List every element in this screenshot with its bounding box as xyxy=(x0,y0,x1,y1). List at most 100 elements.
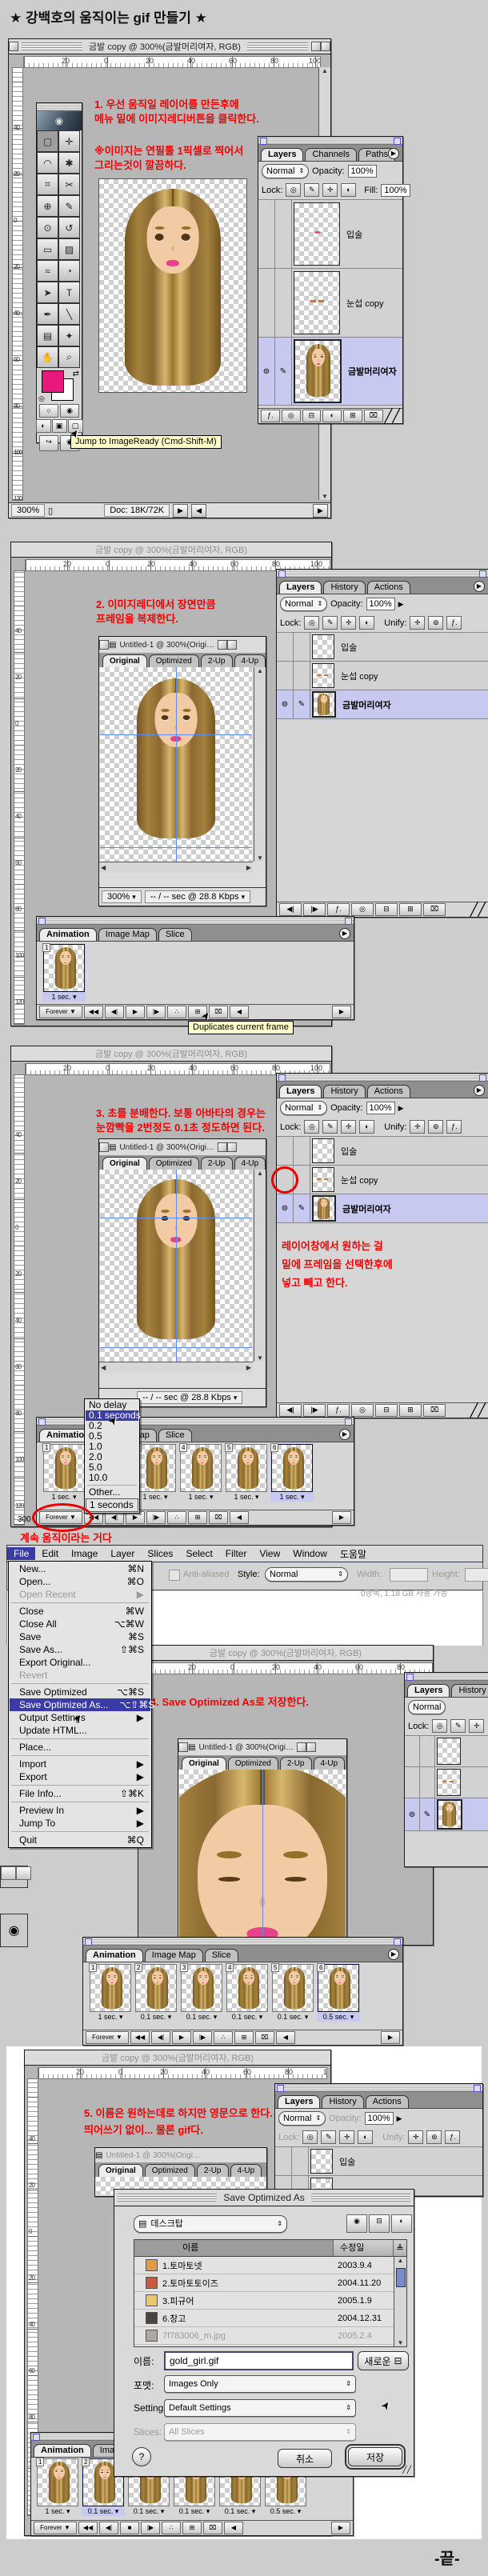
layer-mask-icon[interactable]: ◎ xyxy=(282,410,301,422)
unify-visibility-icon[interactable]: ⊚ xyxy=(426,2130,442,2144)
opacity-arrow-icon[interactable]: ▶ xyxy=(398,600,404,609)
layer-style-icon[interactable]: ƒ. xyxy=(327,903,350,916)
frame-delay[interactable]: 0.1 sec. ▾ xyxy=(180,2013,223,2022)
sort-order-icon[interactable]: ≜ xyxy=(394,2243,406,2254)
opacity-value[interactable]: 100% xyxy=(365,2112,394,2125)
tab-original[interactable]: Original xyxy=(102,654,147,667)
tab-history[interactable]: History xyxy=(323,1085,365,1098)
layer-mask-icon[interactable]: ◎ xyxy=(351,1404,374,1417)
opacity-value[interactable]: 100% xyxy=(348,165,377,178)
tool-line[interactable]: ╲ xyxy=(58,303,80,325)
lock-position-icon[interactable]: ✛ xyxy=(469,1719,484,1733)
window-titlebar[interactable]: ▤ Untitled-1 @ 300%(Origi… xyxy=(99,1139,266,1156)
cancel-button[interactable]: 취소 xyxy=(278,2449,332,2468)
window-titlebar[interactable]: 금발 copy @ 300%(금발머리여자, RGB) xyxy=(11,542,331,558)
tool-zoom[interactable]: ⌕ xyxy=(58,346,80,368)
screen-mode-full-menu[interactable]: ▣ xyxy=(52,419,67,433)
tab-4up[interactable]: 4-Up xyxy=(234,654,266,667)
tab-2up[interactable]: 2-Up xyxy=(280,1757,312,1770)
tab-slice[interactable]: Slice xyxy=(205,1949,238,1962)
play-button[interactable]: ▶ xyxy=(126,1006,145,1018)
file-row[interactable]: 1.토마토넷 2003.9.4 xyxy=(134,2257,394,2274)
previous-frame-icon[interactable]: ◀| xyxy=(279,1404,302,1417)
scroll-right-icon[interactable]: ▶ xyxy=(332,1511,351,1524)
layer-thumbnail[interactable] xyxy=(312,1167,334,1192)
delete-layer-icon[interactable]: ⌧ xyxy=(364,410,383,422)
link-cell[interactable] xyxy=(275,200,292,268)
link-cell[interactable] xyxy=(420,1736,435,1766)
column-date[interactable]: 수정일 xyxy=(334,2240,394,2256)
visibility-cell[interactable] xyxy=(277,633,294,661)
width-field[interactable] xyxy=(390,1568,428,1582)
scroll-right-icon[interactable]: ▶ xyxy=(381,2031,400,2044)
menu-slices[interactable]: Slices xyxy=(141,1547,179,1560)
tab-4up[interactable]: 4-Up xyxy=(230,2164,262,2177)
menu-item-new[interactable]: New...⌘N xyxy=(10,1562,150,1575)
layer-thumbnail[interactable] xyxy=(294,271,340,334)
lock-transparency-icon[interactable]: ◎ xyxy=(304,1120,319,1134)
horizontal-scrollbar[interactable]: ◀▶ xyxy=(99,862,253,873)
animation-frame[interactable]: 5 1 sec. ▾ xyxy=(225,1443,268,1502)
next-frame-button[interactable]: |▶ xyxy=(146,1511,166,1524)
lock-position-icon[interactable]: ✛ xyxy=(341,1120,356,1134)
loop-dropdown[interactable]: Forever ▼ xyxy=(86,2031,129,2044)
vertical-scrollbar[interactable]: ▲▼ xyxy=(254,667,266,862)
list-scrollbar[interactable]: ▲ ▼ xyxy=(394,2257,406,2346)
frame-delay[interactable]: 1 sec. ▾ xyxy=(42,993,86,1002)
close-box-icon[interactable] xyxy=(99,640,109,650)
layer-thumbnail[interactable] xyxy=(437,1738,461,1765)
menu-file[interactable]: File xyxy=(7,1547,35,1560)
first-frame-button[interactable]: ◀◀ xyxy=(130,2031,150,2044)
menu-current-delay[interactable]: 1 seconds xyxy=(86,1498,138,1512)
layer-name[interactable]: 입술 xyxy=(336,633,357,661)
tool-eraser[interactable]: ▭ xyxy=(37,238,58,260)
link-cell[interactable] xyxy=(294,633,310,661)
tool-slice[interactable]: ✂ xyxy=(58,174,80,195)
file-row[interactable]: 2.토마토토이즈 2004.11.20 xyxy=(134,2274,394,2292)
visibility-cell[interactable] xyxy=(258,269,275,337)
new-folder-button[interactable]: 새로운⊟ xyxy=(358,2351,409,2370)
menu-item-close[interactable]: Close⌘W xyxy=(10,1605,150,1618)
layer-name[interactable]: 입술 xyxy=(334,2147,355,2175)
frame-delay[interactable]: 1 sec. ▾ xyxy=(134,1493,177,1502)
menu-window[interactable]: Window xyxy=(286,1547,334,1560)
frame-delay[interactable]: 1 sec. ▾ xyxy=(36,2507,79,2516)
animation-frame[interactable]: 3 1 sec. ▾ xyxy=(134,1443,177,1502)
tool-healing-brush[interactable]: ⊕ xyxy=(37,195,58,217)
tab-history[interactable]: History xyxy=(451,1684,488,1697)
canvas[interactable] xyxy=(100,1170,252,1362)
status-arrow-icon[interactable]: ◀ xyxy=(191,504,206,518)
scroll-left-icon[interactable]: ◀ xyxy=(224,2522,243,2534)
tab-image-map[interactable]: Image Map xyxy=(98,928,157,941)
layer-set-icon[interactable]: ⊟ xyxy=(375,903,398,916)
frame-delay[interactable]: 0.5 sec. ▾ xyxy=(317,2013,360,2022)
zoom-box-icon[interactable] xyxy=(306,1742,316,1752)
layer-row-lips[interactable]: 입술 xyxy=(277,633,488,662)
resize-grip-icon[interactable]: ╱╱ xyxy=(385,408,400,424)
menu-item-export[interactable]: Export▶ xyxy=(10,1770,150,1783)
layer-name[interactable]: 눈섭 copy xyxy=(336,1166,378,1194)
recent-icon-button[interactable]: ◐ xyxy=(391,2214,412,2233)
lock-transparency-icon[interactable]: ◎ xyxy=(302,2130,318,2144)
layer-row-girl-selected[interactable]: ⊚ ✎ 금발머리여자 xyxy=(277,1194,488,1223)
unify-visibility-icon[interactable]: ⊚ xyxy=(428,1120,443,1134)
new-layer-icon[interactable]: ⊞ xyxy=(399,1404,422,1417)
close-box-icon[interactable] xyxy=(99,1142,109,1152)
layer-name[interactable]: 눈섭 copy xyxy=(342,269,384,337)
palette-dragbar[interactable] xyxy=(277,1074,488,1082)
quick-mask-button[interactable]: ◉ xyxy=(60,404,79,418)
tool-notes[interactable]: ▤ xyxy=(37,325,58,346)
layer-thumbnail[interactable] xyxy=(312,1195,336,1222)
layer-thumbnail[interactable] xyxy=(437,1799,462,1830)
opacity-value[interactable]: 100% xyxy=(366,1102,395,1114)
tab-image-map[interactable]: Image Map xyxy=(145,1949,203,1962)
blend-mode-dropdown[interactable]: Normal xyxy=(408,1700,446,1714)
frame-delay[interactable]: 0.1 sec. ▾ xyxy=(127,2507,170,2516)
opacity-value[interactable]: 100% xyxy=(366,598,395,610)
collapse-box-icon[interactable] xyxy=(218,1142,227,1152)
adjustment-layer-icon[interactable]: ◐ xyxy=(322,410,342,422)
menu-item-close-all[interactable]: Close All⌥⌘W xyxy=(10,1618,150,1630)
menu-layer[interactable]: Layer xyxy=(104,1547,141,1560)
new-layer-icon[interactable]: ⊞ xyxy=(343,410,362,422)
close-box-icon[interactable] xyxy=(178,1742,188,1752)
